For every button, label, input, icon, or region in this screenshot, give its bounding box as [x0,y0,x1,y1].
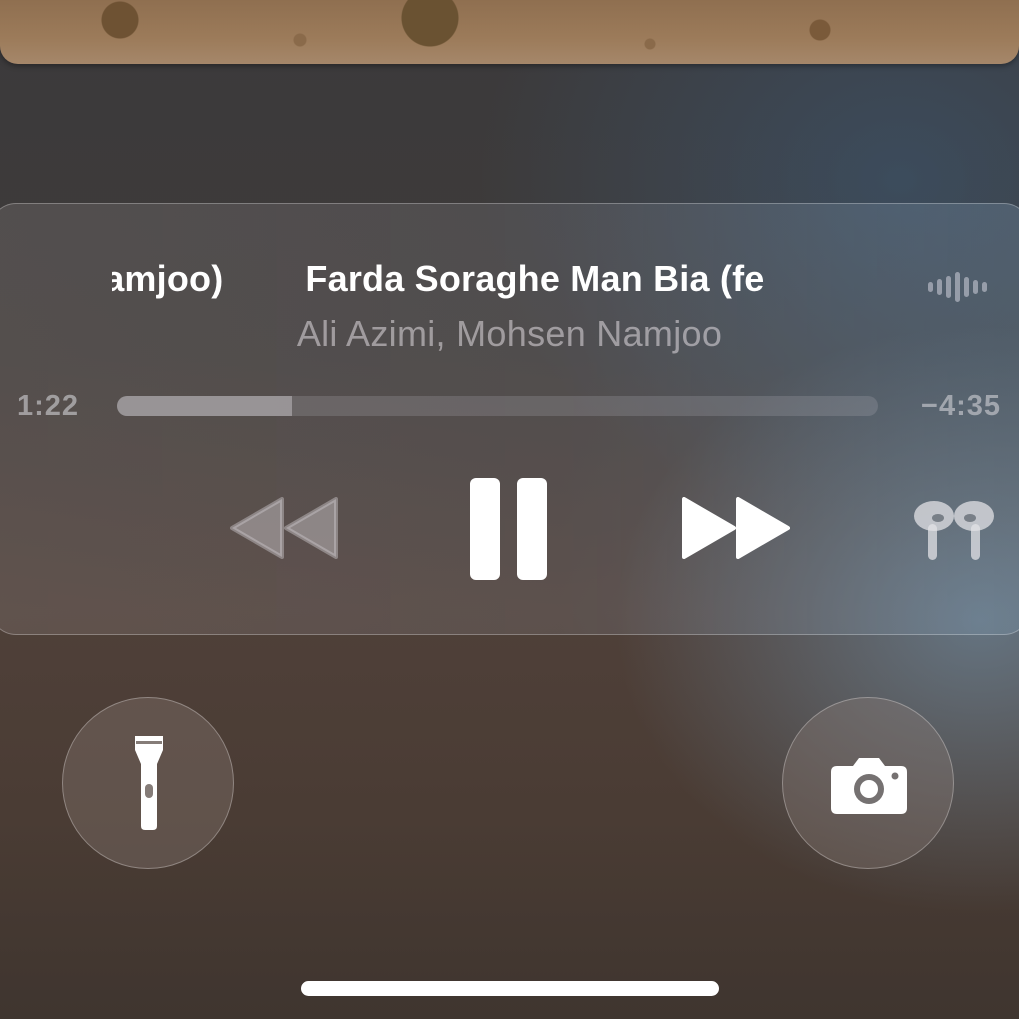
elapsed-time: 1:22 [17,390,80,422]
camera-icon [831,758,907,814]
pause-icon[interactable] [470,478,548,580]
lock-screen: lamjoo) Farda Soraghe Man Bia (fe Ali Azi… [0,0,1019,1019]
track-title: Farda Soraghe Man Bia (fe [305,258,765,299]
remaining-time: −4:35 [921,390,1001,422]
home-indicator[interactable] [301,981,719,996]
track-title-tail: lamjoo) [112,258,224,299]
progress-scrubber[interactable] [117,396,878,416]
track-title-marquee: lamjoo) Farda Soraghe Man Bia (fe [112,255,900,305]
airpods-pro-icon[interactable] [908,500,1000,562]
forward-icon[interactable] [682,497,790,559]
flashlight-icon [135,736,163,830]
waveform-icon [928,272,987,302]
wallpaper-strip [0,0,1019,64]
camera-button[interactable] [782,697,954,869]
backward-icon[interactable] [230,497,338,559]
artist-name: Ali Azimi, Mohsen Namjoo [296,313,723,354]
flashlight-button[interactable] [62,697,234,869]
progress-fill [117,396,293,416]
